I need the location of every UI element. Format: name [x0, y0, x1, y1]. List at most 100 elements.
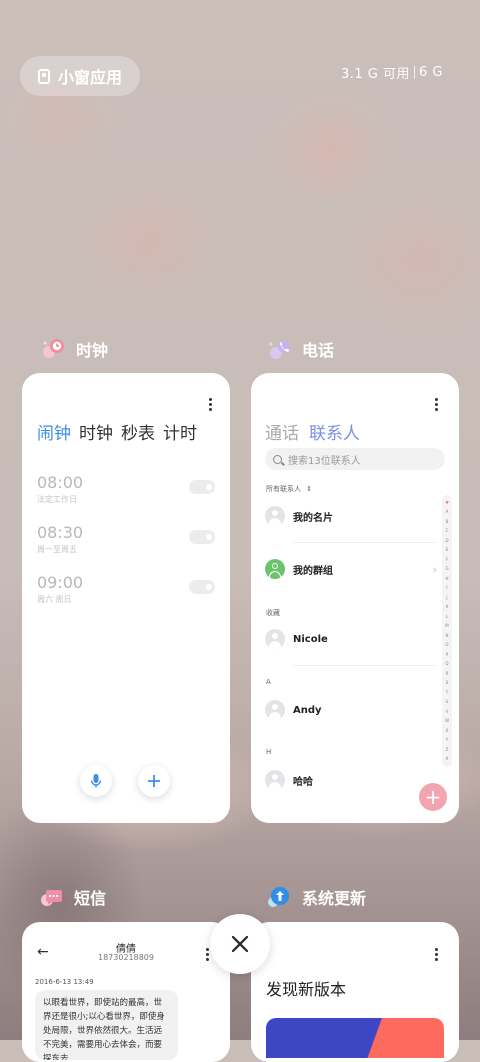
tab-stopwatch[interactable]: 秒表: [121, 419, 155, 444]
avatar: [265, 506, 285, 526]
update-banner-image: [266, 1018, 444, 1058]
filter-label: 所有联系人: [266, 485, 301, 493]
tab-calls[interactable]: 通话: [265, 419, 299, 444]
alphabet-index-letter[interactable]: M: [445, 624, 448, 628]
chevron-updown-icon: ⇕: [306, 485, 313, 493]
list-item[interactable]: Andy: [265, 693, 437, 727]
alphabet-index-letter[interactable]: ♥: [445, 500, 449, 505]
memory-total: 6 G: [419, 65, 443, 80]
contacts-search-input[interactable]: 搜索13位联系人: [265, 448, 445, 470]
floating-apps-button[interactable]: 小窗应用: [20, 56, 140, 96]
plus-icon: [148, 775, 160, 787]
divider: [293, 665, 437, 666]
alphabet-index-letter[interactable]: N: [446, 633, 449, 638]
alphabet-index-letter[interactable]: T: [446, 690, 448, 695]
list-item[interactable]: 我的名片: [265, 499, 437, 533]
list-item[interactable]: 哈哈: [265, 763, 437, 797]
group-icon: [265, 559, 285, 579]
alphabet-index-letter[interactable]: L: [446, 614, 448, 619]
section-header: A: [266, 678, 271, 686]
alarm-toggle[interactable]: [189, 530, 215, 544]
add-alarm-button[interactable]: [138, 765, 170, 797]
alphabet-index-letter[interactable]: B: [446, 519, 449, 524]
clear-all-button[interactable]: [210, 914, 270, 974]
alphabet-index-letter[interactable]: V: [446, 709, 449, 714]
list-item[interactable]: Nicole: [265, 622, 437, 656]
section-header: 收藏: [266, 609, 280, 617]
alphabet-index[interactable]: ♥ A B C D E F G H I J K L M N O P Q R S T U V W X Y Z #: [442, 495, 452, 767]
floating-apps-label: 小窗应用: [57, 68, 122, 87]
list-item[interactable]: 我的群组 ›: [265, 552, 437, 586]
alphabet-index-letter[interactable]: U: [446, 700, 449, 704]
alarm-toggle[interactable]: [189, 480, 215, 494]
alarm-repeat: 法定工作日: [37, 495, 77, 504]
clock-more-icon[interactable]: [209, 398, 212, 413]
alphabet-index-letter[interactable]: P: [446, 652, 448, 657]
phone-more-icon[interactable]: [435, 398, 438, 413]
phone-tabs: 通话 联系人: [265, 419, 360, 444]
tab-clock[interactable]: 时钟: [79, 419, 113, 444]
sms-more-icon[interactable]: [206, 948, 209, 963]
alphabet-index-letter[interactable]: E: [446, 548, 449, 552]
message-timestamp: 2016-6-13 13:49: [35, 978, 94, 986]
phone-app-name: 电话: [302, 341, 335, 360]
memory-separator: [414, 66, 416, 79]
update-app-name: 系统更新: [302, 889, 367, 908]
clock-app-card[interactable]: 闹钟 时钟 秒表 计时 08:00 法定工作日 08:30 周一至周五 09:0…: [22, 373, 230, 823]
sms-contact-number: 18730218809: [98, 953, 154, 962]
avatar: [265, 700, 285, 720]
floating-window-icon: [37, 68, 50, 84]
update-title: 发现新版本: [266, 980, 347, 999]
search-placeholder: 搜索13位联系人: [288, 455, 361, 467]
alarm-toggle[interactable]: [189, 580, 215, 594]
phone-app-card[interactable]: 通话 联系人 搜索13位联系人 所有联系人 ⇕ 我的名片 我的群组 › 收藏 N…: [251, 373, 459, 823]
alphabet-index-letter[interactable]: G: [445, 567, 448, 571]
alphabet-index-letter[interactable]: W: [445, 719, 449, 723]
voice-alarm-button[interactable]: [80, 765, 112, 797]
sms-app-name: 短信: [74, 889, 107, 908]
avatar: [265, 629, 285, 649]
alphabet-index-letter[interactable]: J: [446, 595, 447, 600]
alphabet-index-letter[interactable]: S: [446, 681, 449, 685]
clock-tabs: 闹钟 时钟 秒表 计时: [37, 419, 197, 444]
add-contact-button[interactable]: +: [419, 783, 447, 811]
contact-name: Andy: [293, 704, 322, 716]
alphabet-index-letter[interactable]: A: [446, 510, 449, 514]
contacts-filter[interactable]: 所有联系人 ⇕: [266, 484, 312, 494]
update-app-header: 系统更新: [266, 884, 366, 910]
alphabet-index-letter[interactable]: R: [446, 671, 449, 676]
alarm-repeat: 周一至周五: [37, 545, 77, 554]
alphabet-index-letter[interactable]: F: [446, 557, 448, 562]
alphabet-index-letter[interactable]: X: [446, 728, 449, 733]
alphabet-index-letter[interactable]: C: [446, 529, 449, 533]
clock-app-name: 时钟: [76, 341, 109, 360]
search-icon: [273, 454, 282, 464]
system-update-icon: [268, 887, 289, 907]
phone-app-icon: [269, 341, 290, 359]
alphabet-index-letter[interactable]: H: [445, 576, 448, 581]
tab-alarm[interactable]: 闹钟: [37, 419, 71, 444]
close-icon: [231, 935, 249, 953]
chevron-right-icon: ›: [432, 562, 437, 576]
tab-contacts[interactable]: 联系人: [309, 419, 360, 444]
avatar: [265, 770, 285, 790]
alphabet-index-letter[interactable]: Z: [446, 747, 449, 752]
alphabet-index-letter[interactable]: I: [446, 586, 447, 590]
alphabet-index-letter[interactable]: K: [446, 605, 449, 609]
alphabet-index-letter[interactable]: #: [445, 757, 448, 761]
message-bubble[interactable]: 以眼看世界，即使站的最高，世界还是很小;以心看世界，即使身处局限，世界依然很大。…: [35, 990, 178, 1060]
memory-indicator: 3.1 G 可用 6 G: [341, 63, 443, 82]
alphabet-index-letter[interactable]: Y: [446, 738, 448, 742]
memory-available: 3.1 G 可用: [341, 67, 411, 82]
contact-name: Nicole: [293, 633, 328, 645]
tab-timer[interactable]: 计时: [163, 419, 197, 444]
alphabet-index-letter[interactable]: O: [445, 643, 448, 647]
sms-app-header: 短信: [38, 884, 106, 910]
update-more-icon[interactable]: [435, 948, 438, 963]
sms-app-card[interactable]: ← 倩倩 18730218809 2016-6-13 13:49 以眼看世界，即…: [22, 922, 230, 1062]
update-app-card[interactable]: 发现新版本: [251, 922, 459, 1062]
alphabet-index-letter[interactable]: D: [445, 538, 448, 543]
clock-app-header: 时钟: [40, 336, 108, 362]
alphabet-index-letter[interactable]: Q: [445, 662, 448, 666]
microphone-icon: [90, 774, 102, 788]
